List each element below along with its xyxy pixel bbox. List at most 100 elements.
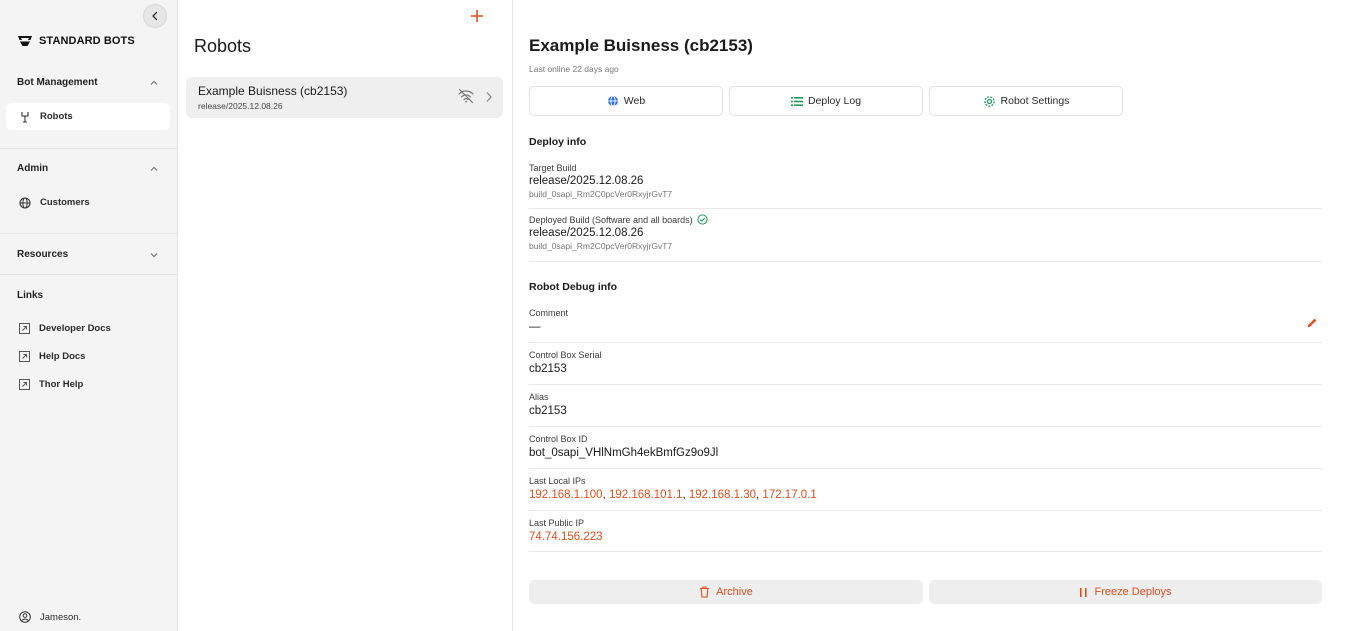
wifi-off-icon: [458, 88, 474, 104]
external-link-icon: [19, 323, 30, 334]
user-avatar-icon: [19, 611, 31, 623]
section-label: Links: [17, 290, 44, 301]
local-ips-field: Last Local IPs 192.168.1.100, 192.168.10…: [529, 476, 1322, 511]
alias-value: cb2153: [529, 405, 567, 417]
edit-pencil-icon[interactable]: [1306, 317, 1318, 329]
robot-arm-icon: [21, 111, 29, 123]
target-build-id: build_0sapi_Rm2C0pcVer0RxyjrGvT7: [529, 189, 673, 199]
field-label: Target Build: [529, 163, 577, 173]
section-bot-management[interactable]: Bot Management: [17, 77, 159, 88]
trash-icon: [700, 586, 710, 598]
field-label: Comment: [529, 308, 569, 318]
target-build-field: Target Build release/2025.12.08.26 build…: [529, 163, 1322, 209]
user-menu[interactable]: Jameson.: [19, 611, 81, 623]
comment-field: Comment —: [529, 308, 1322, 343]
deployed-build-field: Deployed Build (Software and all boards)…: [529, 214, 1322, 262]
sidebar-item-label: Robots: [40, 111, 73, 122]
link-label: Thor Help: [39, 379, 84, 390]
web-button-label: Web: [623, 95, 646, 107]
divider: [0, 233, 178, 234]
add-robot-button[interactable]: [468, 7, 486, 25]
robots-list-panel: Robots Example Buisness (cb2153) release…: [178, 0, 513, 631]
deploy-info-heading: Deploy info: [529, 136, 587, 148]
link-label: Developer Docs: [39, 323, 111, 334]
field-label: Last Local IPs: [529, 476, 586, 486]
chevron-down-icon: [150, 252, 158, 257]
target-build-value: release/2025.12.08.26: [529, 175, 644, 187]
robot-settings-button-label: Robot Settings: [1000, 95, 1070, 107]
chevron-right-icon: [486, 92, 492, 102]
local-ips-list: 192.168.1.100, 192.168.101.1, 192.168.1.…: [529, 489, 1322, 501]
last-online-text: Last online 22 days ago: [529, 64, 619, 74]
local-ip-link[interactable]: 172.17.0.1: [762, 489, 816, 501]
robot-detail-title: Example Buisness (cb2153): [529, 36, 753, 55]
chevron-left-icon: [152, 11, 158, 21]
chevron-up-icon: [150, 166, 158, 171]
control-box-serial-value: cb2153: [529, 363, 567, 375]
field-label: Control Box Serial: [529, 350, 602, 360]
check-circle-icon: [696, 214, 708, 225]
public-ip-field: Last Public IP 74.74.156.223: [529, 518, 1322, 552]
deployed-build-value: release/2025.12.08.26: [529, 227, 644, 239]
plus-icon: [471, 10, 483, 22]
archive-button[interactable]: Archive: [529, 580, 923, 604]
field-label: Last Public IP: [529, 518, 585, 528]
section-label: Admin: [17, 163, 49, 174]
deployed-build-id: build_0sapi_Rm2C0pcVer0RxyjrGvT7: [529, 241, 673, 251]
comment-value: —: [529, 321, 541, 333]
archive-button-label: Archive: [716, 586, 753, 598]
alias-field: Alias cb2153: [529, 392, 1322, 427]
robot-release: release/2025.12.08.26: [198, 101, 283, 111]
control-box-serial-field: Control Box Serial cb2153: [529, 350, 1322, 385]
control-box-id-field: Control Box ID bot_0sapi_VHlNmGh4ekBmfGz…: [529, 434, 1322, 469]
list-icon: [790, 96, 803, 106]
freeze-deploys-button-label: Freeze Deploys: [1094, 586, 1172, 598]
link-label: Help Docs: [39, 351, 86, 362]
local-ip-link[interactable]: 192.168.1.100: [529, 489, 603, 501]
user-name: Jameson.: [40, 611, 82, 623]
sidebar-item-label: Customers: [40, 197, 90, 208]
section-label: Bot Management: [17, 77, 98, 88]
deployed-build-label: Deployed Build (Software and all boards): [529, 214, 693, 225]
robot-settings-button[interactable]: Robot Settings: [929, 86, 1123, 116]
local-ip-link[interactable]: 192.168.101.1: [609, 489, 683, 501]
deploy-log-button-label: Deploy Log: [807, 95, 862, 107]
deploy-log-button[interactable]: Deploy Log: [729, 86, 923, 116]
gear-icon: [983, 95, 995, 107]
sidebar-collapse-button[interactable]: [143, 4, 167, 28]
field-label: Alias: [529, 392, 549, 402]
divider: [0, 274, 178, 275]
debug-info-heading: Robot Debug info: [529, 281, 618, 293]
pause-icon: [1080, 587, 1088, 597]
page-title: Robots: [194, 36, 252, 56]
section-links: Links: [17, 290, 159, 301]
robot-name: Example Buisness (cb2153): [198, 84, 348, 98]
section-label: Resources: [17, 249, 69, 260]
robot-details-panel: Example Buisness (cb2153) Last online 22…: [513, 0, 1351, 631]
sidebar: STANDARD BOTS Bot Management Robots Admi…: [0, 0, 178, 631]
standard-bots-logo-icon: [18, 36, 32, 46]
local-ip-link[interactable]: 192.168.1.30: [689, 489, 756, 501]
brand-name: STANDARD BOTS: [39, 35, 135, 47]
globe-icon: [607, 95, 618, 107]
link-thor-help[interactable]: Thor Help: [19, 379, 83, 390]
globe-icon: [19, 196, 31, 209]
public-ip-link[interactable]: 74.74.156.223: [529, 531, 1322, 543]
section-resources[interactable]: Resources: [17, 249, 159, 260]
link-developer-docs[interactable]: Developer Docs: [19, 323, 111, 334]
robot-list-item[interactable]: Example Buisness (cb2153) release/2025.1…: [186, 77, 503, 118]
freeze-deploys-button[interactable]: Freeze Deploys: [929, 580, 1322, 604]
sidebar-item-robots[interactable]: Robots: [6, 103, 170, 130]
web-button[interactable]: Web: [529, 86, 723, 116]
chevron-up-icon: [150, 80, 158, 85]
divider: [0, 148, 178, 149]
brand-logo[interactable]: STANDARD BOTS: [17, 35, 135, 47]
section-admin[interactable]: Admin: [17, 163, 159, 174]
field-label: Control Box ID: [529, 434, 588, 444]
external-link-icon: [19, 379, 30, 390]
sidebar-item-customers[interactable]: Customers: [6, 189, 170, 216]
external-link-icon: [19, 351, 30, 362]
control-box-id-value: bot_0sapi_VHlNmGh4ekBmfGz9o9Jl: [529, 447, 719, 459]
field-label: Deployed Build (Software and all boards): [529, 214, 1322, 225]
link-help-docs[interactable]: Help Docs: [19, 351, 85, 362]
